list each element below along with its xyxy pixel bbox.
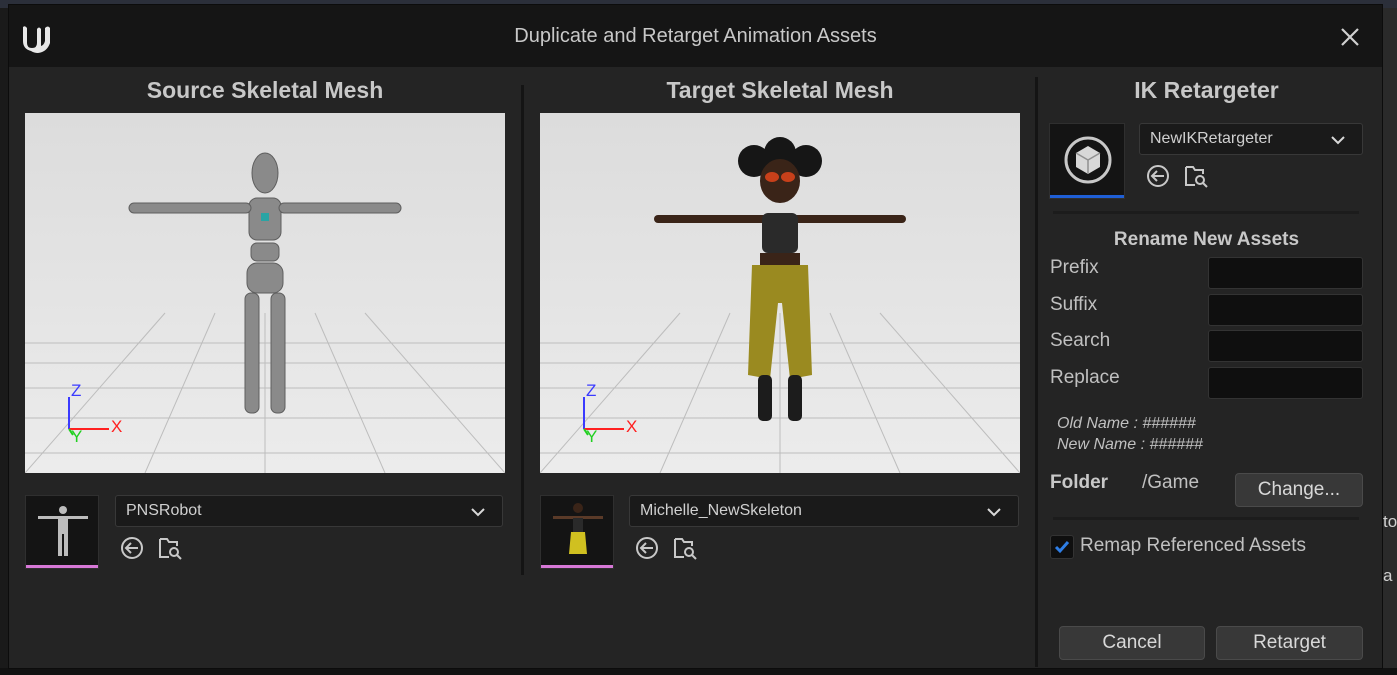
prefix-input[interactable] [1208, 257, 1363, 289]
replace-input[interactable] [1208, 367, 1363, 399]
source-mesh-value: PNSRobot [126, 502, 202, 519]
close-icon[interactable] [1338, 25, 1362, 49]
target-mesh-value: Michelle_NewSkeleton [640, 502, 802, 519]
browse-icon[interactable] [157, 535, 183, 561]
new-name-preview: New Name : ###### [1057, 436, 1203, 453]
source-viewport[interactable]: Z X Y [25, 113, 505, 473]
use-selected-icon[interactable] [634, 535, 660, 561]
checkmark-icon [1054, 541, 1070, 554]
folder-label: Folder [1050, 472, 1109, 493]
asset-type-bar [1050, 195, 1124, 198]
target-mesh-thumbnail[interactable] [540, 495, 614, 569]
desktop-text-fragment: to [1383, 512, 1397, 531]
desktop-background-bottom [0, 668, 1397, 675]
use-selected-icon[interactable] [119, 535, 145, 561]
suffix-label: Suffix [1050, 294, 1098, 315]
browse-icon[interactable] [672, 535, 698, 561]
target-viewport[interactable]: Z X Y [540, 113, 1020, 473]
folder-path: /Game [1142, 472, 1200, 493]
old-name-preview: Old Name : ###### [1057, 415, 1196, 432]
section-divider [1053, 517, 1359, 520]
ik-retargeter-thumbnail[interactable] [1049, 123, 1125, 199]
source-heading: Source Skeletal Mesh [146, 77, 384, 103]
remap-checkbox[interactable] [1050, 535, 1074, 559]
asset-type-bar [26, 565, 98, 568]
desktop-background-right: to a [1383, 8, 1397, 675]
robot-thumbnail-icon [38, 506, 88, 556]
target-mesh-dropdown[interactable]: Michelle_NewSkeleton [629, 495, 1019, 527]
ik-retargeter-asset-icon [1064, 136, 1112, 184]
panel-divider [521, 85, 524, 575]
search-label: Search [1050, 330, 1111, 351]
axis-gizmo-icon [68, 397, 109, 436]
ik-retargeter-dropdown[interactable]: NewIKRetargeter [1139, 123, 1363, 155]
ik-retargeter-value: NewIKRetargeter [1150, 130, 1273, 147]
rename-heading: Rename New Assets [1113, 229, 1300, 250]
asset-type-bar [541, 565, 613, 568]
source-mesh-dropdown[interactable]: PNSRobot [115, 495, 503, 527]
search-input[interactable] [1208, 330, 1363, 362]
desktop-text-fragment: a [1383, 566, 1393, 585]
chevron-down-icon [1331, 136, 1345, 145]
character-thumbnail-icon [553, 503, 603, 554]
use-selected-icon[interactable] [1145, 163, 1171, 189]
ik-retargeter-heading: IK Retargeter [1134, 77, 1279, 103]
title-bar[interactable]: Duplicate and Retarget Animation Assets [9, 5, 1382, 67]
retarget-button[interactable]: Retarget [1216, 626, 1363, 660]
section-divider [1053, 211, 1359, 214]
prefix-label: Prefix [1050, 257, 1099, 278]
panel-divider [1035, 77, 1038, 667]
retarget-dialog: Duplicate and Retarget Animation Assets … [8, 4, 1383, 669]
cancel-button[interactable]: Cancel [1059, 626, 1205, 660]
replace-label: Replace [1050, 367, 1120, 388]
remap-label[interactable]: Remap Referenced Assets [1080, 535, 1306, 557]
target-heading: Target Skeletal Mesh [666, 77, 894, 103]
chevron-down-icon [987, 508, 1001, 517]
browse-icon[interactable] [1183, 163, 1209, 189]
axis-gizmo-icon [583, 397, 624, 436]
dialog-title: Duplicate and Retarget Animation Assets [514, 25, 877, 47]
chevron-down-icon [471, 508, 485, 517]
source-mesh-thumbnail[interactable] [25, 495, 99, 569]
change-folder-button[interactable]: Change... [1235, 473, 1363, 507]
suffix-input[interactable] [1208, 294, 1363, 326]
